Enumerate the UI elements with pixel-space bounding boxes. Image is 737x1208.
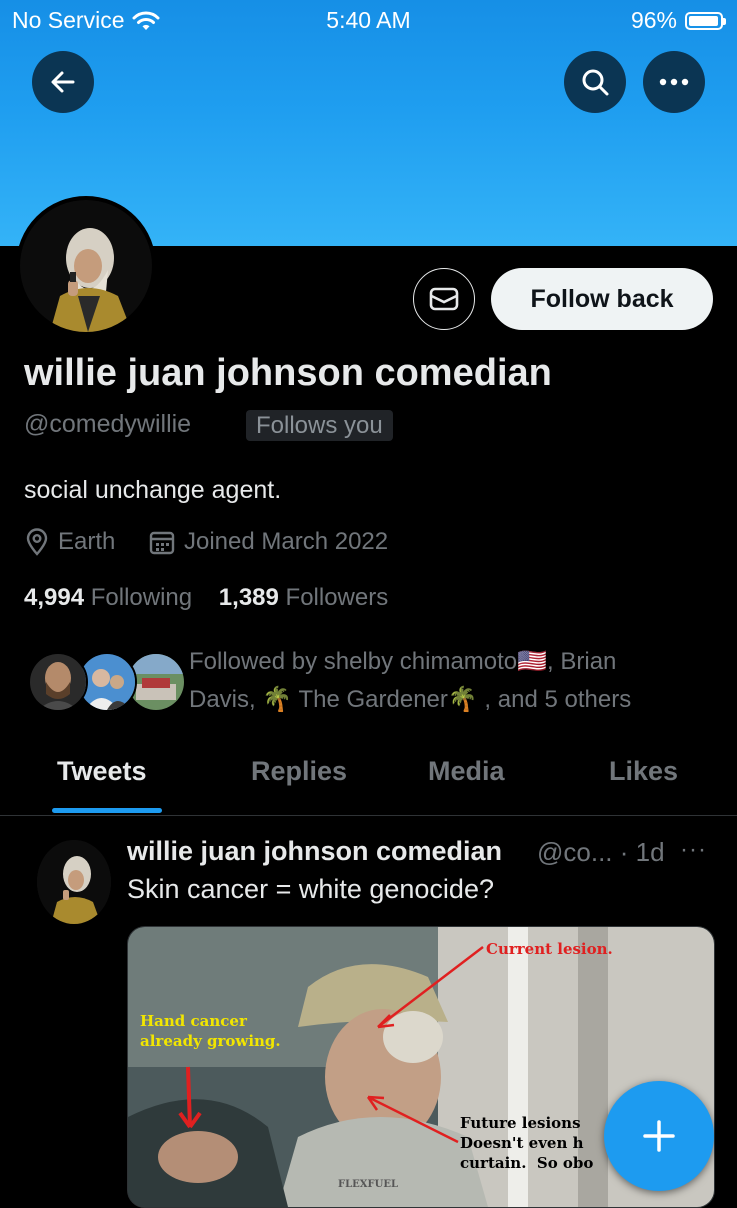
battery-percent: 96% (630, 7, 677, 33)
tweet-author-name[interactable]: willie juan johnson comedian (127, 836, 502, 867)
location-pin-icon (26, 528, 48, 556)
compose-tweet-button[interactable] (604, 1081, 714, 1191)
media-label-hand: Hand cancer already growing. (140, 1012, 281, 1050)
followed-by-text[interactable]: Followed by shelby chimamoto🇺🇸, Brian Da… (189, 643, 689, 719)
search-icon (582, 69, 609, 96)
back-button[interactable] (32, 51, 94, 113)
joined-text: Joined March 2022 (184, 528, 389, 555)
tab-likes[interactable]: Likes (609, 756, 678, 787)
clock: 5:40 AM (326, 7, 411, 33)
search-button[interactable] (564, 51, 626, 113)
follower-avatar-1 (28, 652, 88, 712)
profile-handle: @comedywillie (24, 410, 192, 438)
location-row: Earth (24, 528, 115, 556)
profile-bio: social unchange agent. (24, 476, 282, 504)
message-button[interactable] (413, 268, 475, 330)
media-label-brand: FLEXFUEL (338, 1179, 398, 1190)
tweet-author-avatar[interactable] (37, 840, 111, 924)
status-bar: No Service 5:40 AM 96% (0, 0, 737, 44)
envelope-icon (429, 287, 459, 311)
tab-tweets[interactable]: Tweets (57, 756, 147, 787)
tabs-divider (0, 815, 737, 816)
arrow-left-icon (51, 71, 75, 93)
following-label: Following (90, 584, 193, 611)
tab-replies[interactable]: Replies (251, 756, 347, 787)
calendar-icon (149, 531, 175, 555)
more-options-button[interactable] (643, 51, 705, 113)
avatar-photo (20, 200, 152, 332)
tweet-text: Skin cancer = white genocide? (127, 874, 494, 904)
following-count: 4,994 (24, 584, 85, 611)
media-label-current: Current lesion. (486, 940, 613, 958)
battery-icon (685, 11, 726, 30)
tweet-author-handle: @co... · 1d (537, 837, 665, 868)
follow-back-button[interactable]: Follow back (491, 268, 713, 330)
followers-count: 1,389 (218, 584, 279, 611)
followers-link[interactable]: 1,389 Followers (219, 584, 388, 611)
following-link[interactable]: 4,994 Following (24, 584, 192, 611)
profile-avatar[interactable] (16, 196, 156, 336)
location-text: Earth (58, 528, 116, 555)
more-horizontal-icon (659, 78, 689, 86)
followers-label: Followers (285, 584, 389, 611)
profile-display-name: willie juan johnson comedian (24, 352, 552, 394)
joined-row: Joined March 2022 (148, 528, 388, 556)
media-label-future: Future lesions Doesn't even h curtain. S… (460, 1114, 594, 1172)
follows-you-badge: Follows you (246, 410, 393, 441)
tweet-handle-text: @co... (537, 837, 613, 867)
follow-counts: 4,994 Following 1,389 Followers (24, 584, 388, 612)
plus-icon (643, 1120, 675, 1152)
tab-media[interactable]: Media (428, 756, 505, 787)
active-tab-indicator (52, 808, 162, 813)
tweet-time: · 1d (619, 837, 665, 867)
tweet-more-button[interactable]: ··· (680, 836, 707, 864)
